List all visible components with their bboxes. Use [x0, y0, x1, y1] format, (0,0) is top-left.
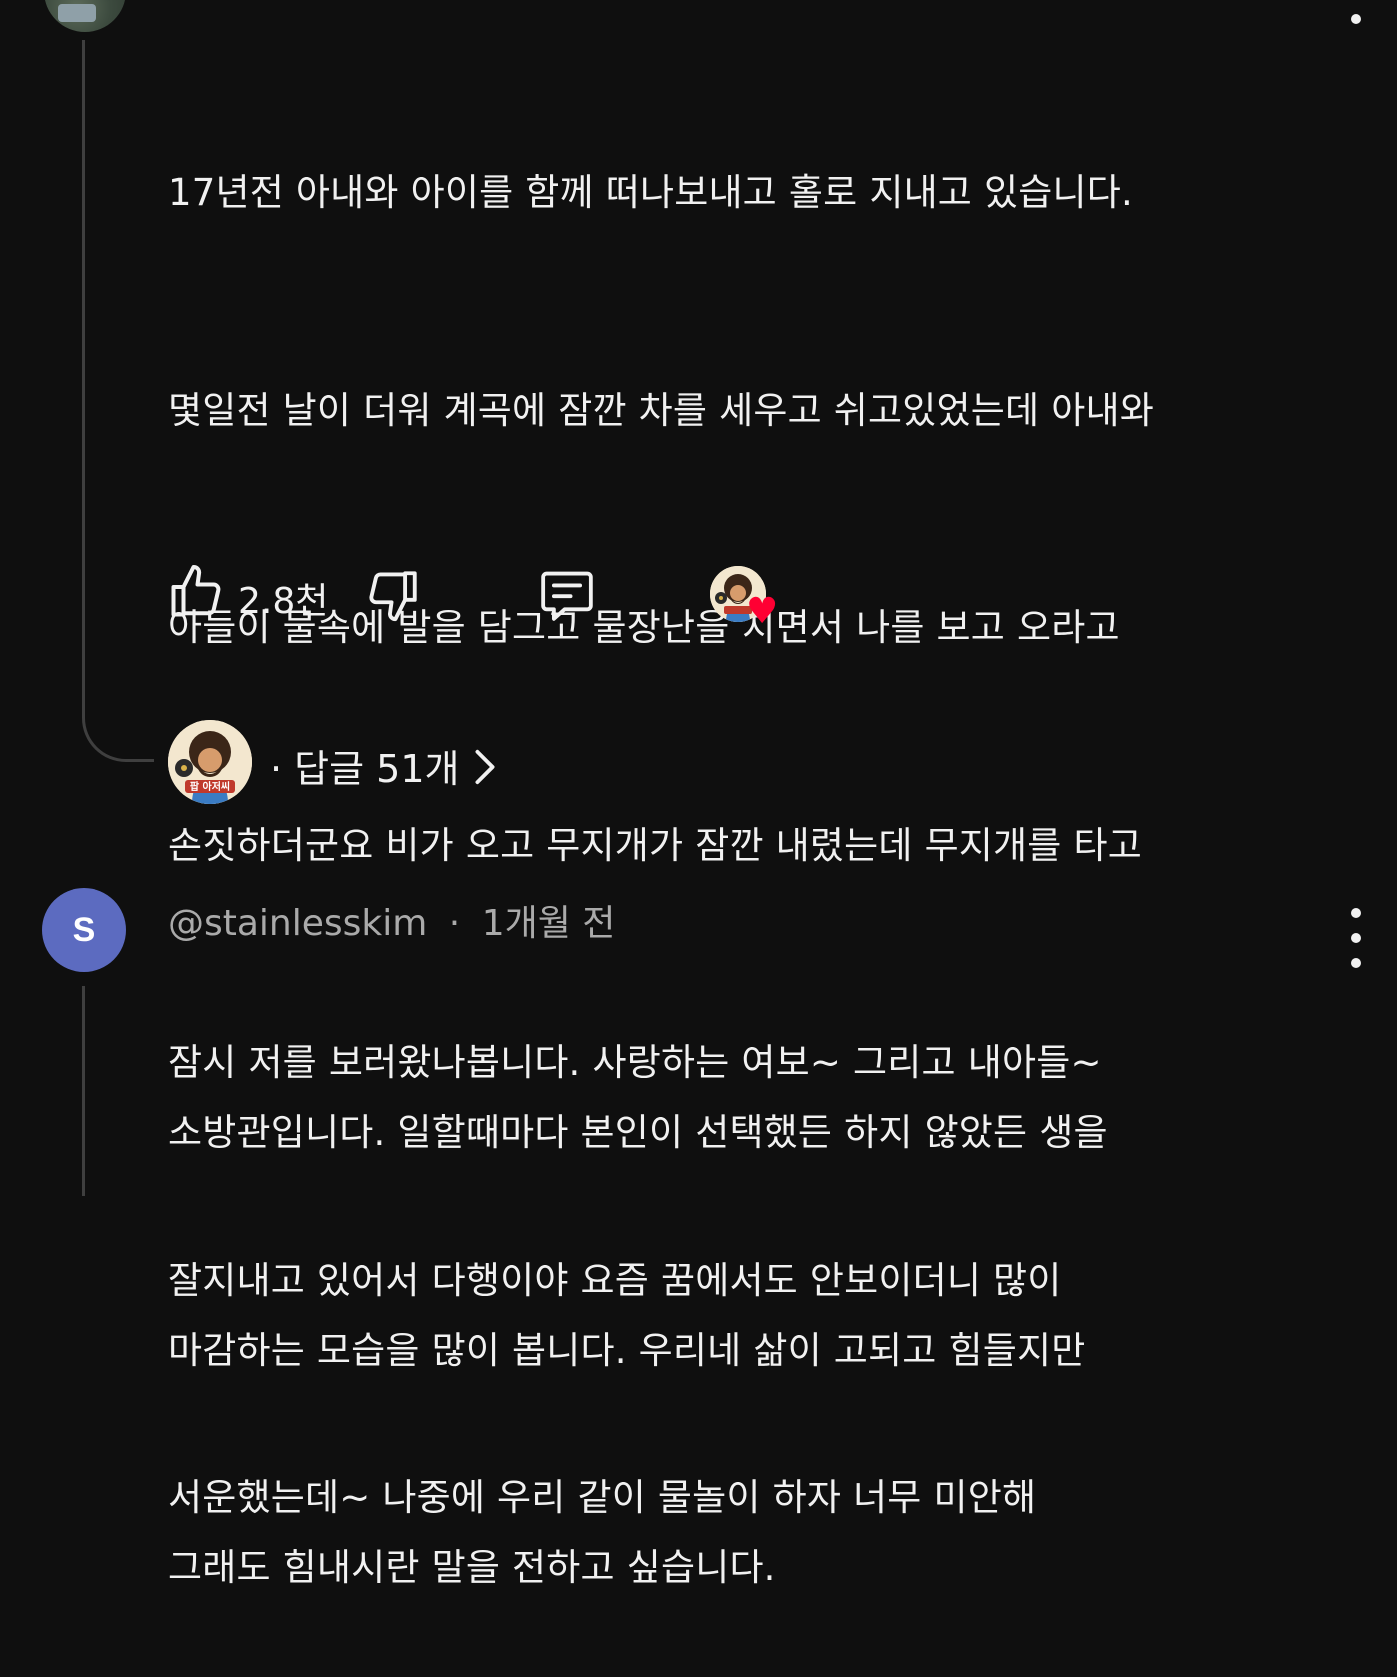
- heart-icon: ♥: [746, 591, 779, 632]
- comment-line: 손짓하더군요 비가 오고 무지개가 잠깐 내렸는데 무지개를 타고: [168, 823, 1142, 867]
- thread-connector: [82, 680, 154, 762]
- avatar-letter: S: [72, 910, 96, 949]
- thumb-down-icon: [369, 571, 417, 622]
- comment-line: 소방관입니다. 일할때마다 본인이 선택했든 하지 않았든 생을: [168, 1111, 1108, 1154]
- replies-label: · 답글 51개: [270, 747, 460, 791]
- chevron-right-icon: [473, 747, 497, 791]
- comment-line: 17년전 아내와 아이를 함께 떠나보내고 홀로 지내고 있습니다.: [168, 171, 1133, 214]
- more-options-icon[interactable]: [1346, 0, 1366, 24]
- like-button[interactable]: [166, 562, 226, 622]
- view-replies-link[interactable]: · 답글 51개: [270, 738, 497, 793]
- meta-separator: ·: [448, 903, 461, 944]
- more-options-icon[interactable]: [1346, 908, 1366, 968]
- reply-button[interactable]: [536, 566, 600, 626]
- dislike-button[interactable]: [364, 566, 424, 626]
- comment-icon: [541, 571, 593, 621]
- replies-row[interactable]: 팝 아저씨 · 답글 51개: [168, 720, 668, 804]
- commenter-avatar[interactable]: S: [42, 888, 126, 972]
- creator-heart-badge: ♥: [708, 564, 786, 634]
- comment-time[interactable]: 1개월 전: [482, 903, 616, 944]
- thumb-up-icon: [171, 565, 221, 617]
- comment-line: 마감하는 모습을 많이 봅니다. 우리네 삶이 고되고 힘들지만: [168, 1328, 1086, 1372]
- creator-reply-avatar: 팝 아저씨: [168, 720, 252, 804]
- thread-line-top: [82, 40, 85, 680]
- comment-body: 소방관입니다. 일할때마다 본인이 선택했든 하지 않았든 생을 마감하는 모습…: [168, 952, 1348, 1677]
- comment-meta: @stainlesskim · 1개월 전: [168, 894, 615, 946]
- comment-actions: 2.8천 ♥: [166, 562, 806, 630]
- comment-line: 몇일전 날이 더워 계곡에 잠깐 차를 세우고 쉬고있었는데 아내와: [168, 388, 1154, 432]
- author-avatar[interactable]: [44, 0, 126, 32]
- comment-line: 그래도 힘내시란 말을 전하고 싶습니다.: [168, 1546, 776, 1589]
- like-count: 2.8천: [238, 581, 329, 622]
- thread-line-second: [82, 986, 85, 1196]
- author-handle[interactable]: @stainlesskim: [168, 903, 427, 944]
- creator-avatar-label: 팝 아저씨: [190, 780, 230, 793]
